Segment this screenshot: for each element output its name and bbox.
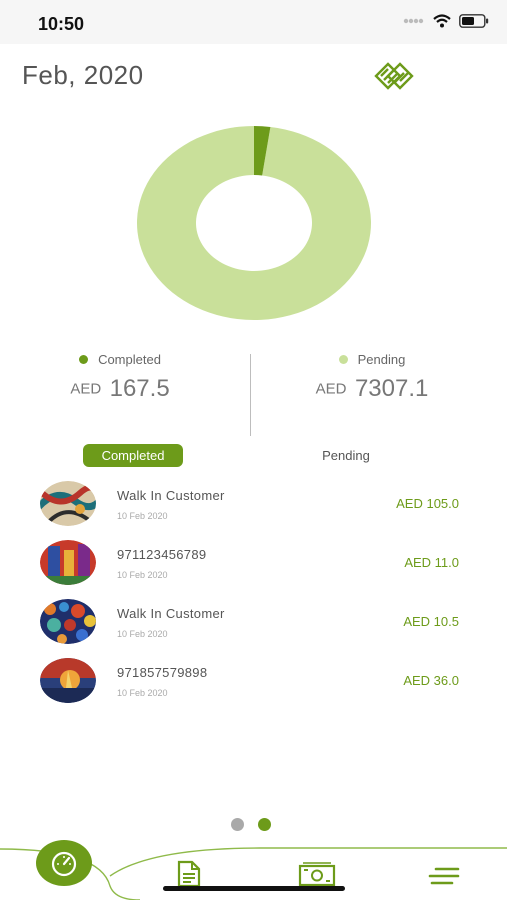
month-title: Feb, 2020 [22, 60, 144, 90]
pending-amount: 7307.1 [354, 375, 429, 402]
signal-icon [403, 18, 424, 24]
menu-icon [428, 867, 460, 885]
battery-icon [459, 14, 489, 28]
pending-currency: AED [315, 380, 347, 398]
customer-name: Walk In Customer [117, 606, 225, 621]
summary-divider [250, 354, 251, 436]
list-item[interactable]: 971857579898 10 Feb 2020 AED 36.0 [0, 655, 507, 714]
completed-currency: AED [70, 380, 102, 398]
pending-legend-label: Pending [357, 352, 406, 367]
transaction-amount: AED 10.5 [403, 614, 459, 629]
wifi-icon [433, 14, 451, 28]
page-dot-1[interactable] [231, 818, 244, 831]
tab-completed[interactable]: Completed [83, 444, 183, 467]
pending-summary: Pending AED 7307.1 [252, 352, 492, 403]
status-time: 10:50 [38, 14, 85, 34]
avatar [40, 599, 96, 644]
transaction-date: 10 Feb 2020 [117, 511, 168, 521]
speedometer-icon [36, 840, 92, 886]
avatar [40, 481, 96, 526]
nav-dashboard-button[interactable] [36, 840, 92, 889]
list-item[interactable]: Walk In Customer 10 Feb 2020 AED 105.0 [0, 478, 507, 537]
completed-legend-label: Completed [98, 352, 161, 367]
page-dot-2[interactable] [258, 818, 271, 831]
pending-legend-dot [338, 355, 348, 364]
transaction-date: 10 Feb 2020 [117, 570, 168, 580]
completed-legend-dot [79, 355, 89, 364]
list-item[interactable]: 971123456789 10 Feb 2020 AED 11.0 [0, 537, 507, 596]
avatar [40, 540, 96, 585]
transaction-list: Walk In Customer 10 Feb 2020 AED 105.0 9… [0, 478, 507, 714]
transaction-amount: AED 11.0 [404, 555, 459, 570]
cash-icon [298, 862, 336, 887]
transaction-amount: AED 105.0 [396, 496, 459, 511]
home-indicator [163, 886, 345, 891]
completion-donut-chart [137, 126, 371, 320]
avatar [40, 658, 96, 703]
completed-amount: 167.5 [109, 375, 170, 402]
nav-menu-button[interactable] [428, 866, 460, 889]
document-icon [177, 860, 201, 888]
list-item[interactable]: Walk In Customer 10 Feb 2020 AED 10.5 [0, 596, 507, 655]
customer-name: 971857579898 [117, 665, 208, 680]
customer-name: 971123456789 [117, 547, 207, 562]
transaction-amount: AED 36.0 [403, 673, 459, 688]
status-bar: 10:50 [0, 0, 507, 44]
transaction-date: 10 Feb 2020 [117, 629, 168, 639]
tab-pending[interactable]: Pending [300, 444, 392, 467]
transaction-date: 10 Feb 2020 [117, 688, 168, 698]
page-indicator [231, 818, 271, 831]
status-icons [403, 14, 489, 28]
brand-logo-icon[interactable] [372, 62, 416, 95]
completed-summary: Completed AED 167.5 [0, 352, 240, 403]
customer-name: Walk In Customer [117, 488, 225, 503]
